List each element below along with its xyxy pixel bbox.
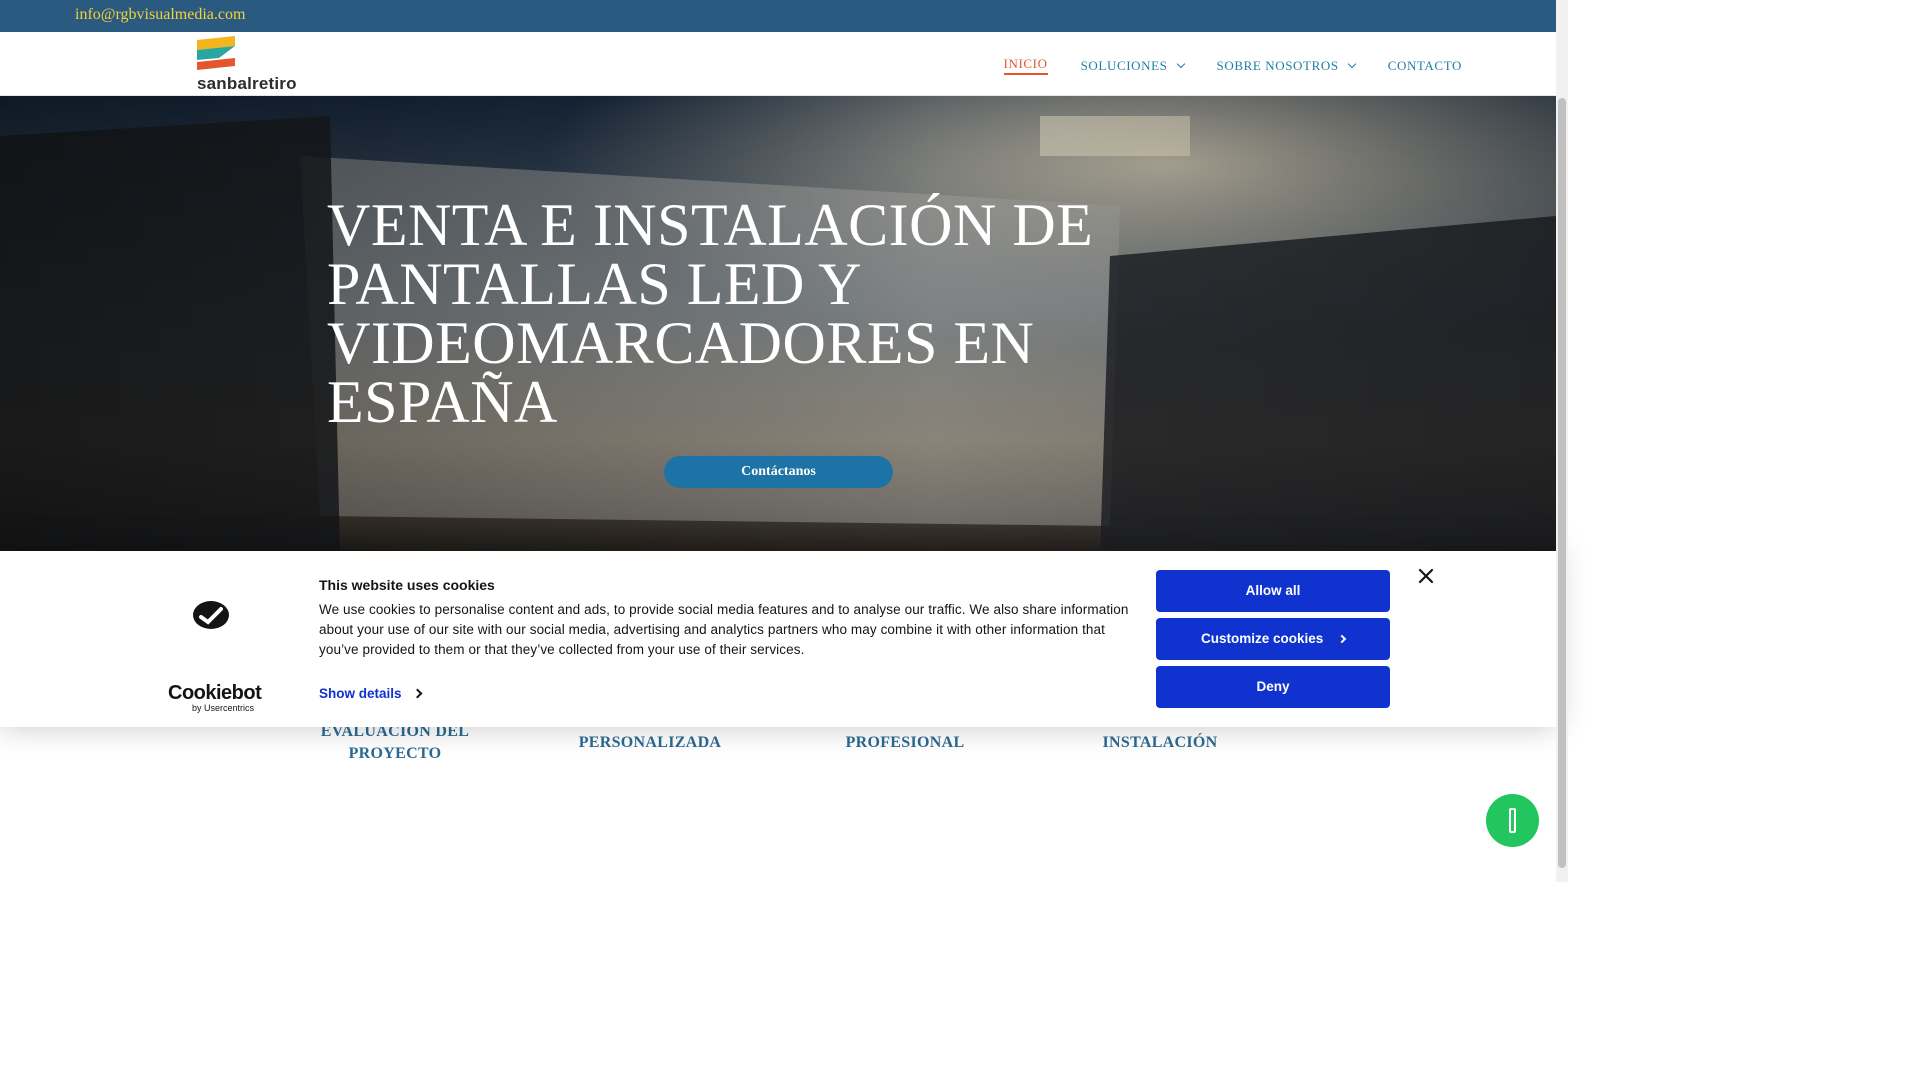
logo-wordmark: sanbalretiro: [197, 74, 297, 93]
contact-email-link[interactable]: info@rgbvisualmedia.com: [75, 6, 245, 24]
contact-cta-button[interactable]: Contáctanos: [664, 456, 893, 488]
close-icon[interactable]: [1417, 567, 1435, 585]
nav-label: SOBRE NOSOTROS: [1216, 57, 1339, 73]
show-details-link[interactable]: Show details: [319, 686, 422, 701]
feature-label: PROFESIONAL: [845, 734, 965, 751]
cookie-banner-title: This website uses cookies: [319, 577, 495, 593]
main-nav: INICIO SOLUCIONES SOBRE NOSOTROS CONTACT…: [971, 56, 1462, 75]
show-details-label: Show details: [319, 686, 402, 701]
site-logo[interactable]: sanbalretiro: [197, 36, 307, 93]
site-header: sanbalretiro INICIO SOLUCIONES SOBRE NOS…: [0, 32, 1556, 96]
hero-section: VENTA E INSTALACIÓN DE PANTALLAS LED Y V…: [0, 96, 1556, 556]
allow-all-label: Allow all: [1245, 583, 1301, 598]
deny-label: Deny: [1256, 679, 1290, 694]
allow-all-button[interactable]: Allow all: [1156, 570, 1390, 612]
nav-item-sobre-nosotros[interactable]: SOBRE NOSOTROS: [1216, 56, 1356, 75]
nav-item-inicio[interactable]: INICIO: [1003, 56, 1048, 75]
whatsapp-chat-button[interactable]: [1486, 794, 1539, 847]
nav-item-soluciones[interactable]: SOLUCIONES: [1080, 56, 1185, 75]
cookie-banner-text: We use cookies to personalise content an…: [319, 602, 1129, 657]
cookiebot-logo[interactable]: Cookiebot by Usercentrics: [168, 682, 262, 713]
chevron-right-icon: [412, 688, 422, 699]
feature-label: EVALUACIÓN DEL PROYECTO: [320, 723, 470, 762]
nav-item-contacto[interactable]: CONTACTO: [1388, 56, 1462, 75]
customize-cookies-label: Customize cookies: [1200, 631, 1324, 646]
chevron-right-icon: [1337, 634, 1347, 644]
cookie-consent-icon: [193, 601, 229, 629]
hero-title: VENTA E INSTALACIÓN DE PANTALLAS LED Y V…: [327, 192, 1094, 435]
cookiebot-subtitle: by Usercentrics: [192, 703, 255, 713]
feature-label: PERSONALIZADA: [578, 734, 722, 751]
nav-label: SOLUCIONES: [1080, 57, 1168, 73]
deny-button[interactable]: Deny: [1156, 666, 1390, 708]
page-scrollbar[interactable]: [1556, 0, 1568, 882]
phone-icon: [1509, 808, 1516, 833]
cookiebot-wordmark: Cookiebot: [168, 682, 262, 704]
chevron-down-icon: [1176, 59, 1185, 68]
customize-cookies-button[interactable]: Customize cookies: [1156, 618, 1390, 660]
feature-label: INSTALACIÓN: [1102, 734, 1218, 751]
top-bar: info@rgbvisualmedia.com: [0, 0, 1556, 32]
logo-mark-icon: [197, 36, 235, 70]
nav-label: CONTACTO: [1387, 57, 1462, 73]
cookie-banner: Cookiebot by Usercentrics This website u…: [0, 551, 1556, 727]
scrollbar-thumb[interactable]: [1558, 98, 1566, 868]
chevron-down-icon: [1347, 59, 1356, 68]
nav-label: INICIO: [1003, 56, 1048, 71]
